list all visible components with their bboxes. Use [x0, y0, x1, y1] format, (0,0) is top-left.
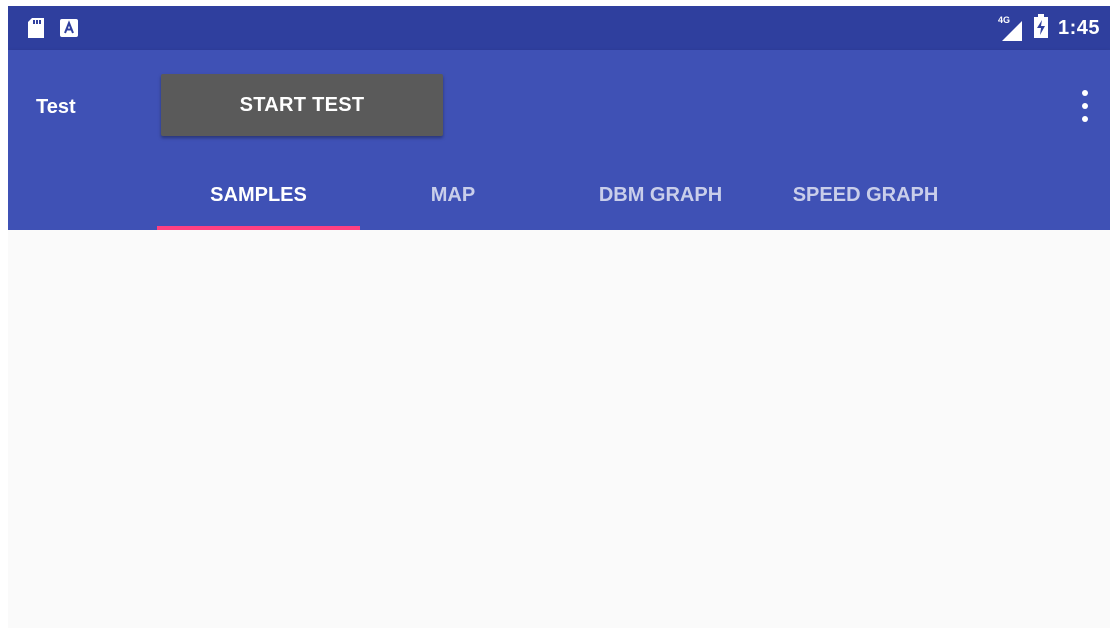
tab-speed-graph[interactable]: SPEED GRAPH: [768, 160, 963, 230]
sd-card-icon: [28, 18, 44, 38]
start-test-button[interactable]: START TEST: [161, 74, 443, 136]
status-bar-clock: 1:45: [1057, 17, 1100, 39]
tab-map[interactable]: MAP: [388, 160, 518, 230]
tab-dbm-graph[interactable]: DBM GRAPH: [573, 160, 748, 230]
more-vert-icon[interactable]: [1078, 90, 1092, 122]
status-bar-system: 4G 1:45: [997, 14, 1100, 43]
tab-samples[interactable]: SAMPLES: [157, 160, 360, 230]
status-bar: 4G 1:45: [8, 6, 1110, 50]
status-bar-notifications: [28, 18, 78, 38]
battery-icon: [1033, 14, 1048, 43]
network-type: 4G: [997, 14, 1010, 25]
samples-content: [8, 230, 1110, 628]
a-notification-icon: [60, 19, 78, 37]
toolbar-title: Test: [36, 96, 76, 118]
signal-icon: 4G: [997, 14, 1024, 41]
app-screen: 4G 1:45 Test START TEST SAMPLES MAP DBM …: [8, 6, 1110, 628]
app-bar: Test START TEST SAMPLES MAP DBM GRAPH SP…: [8, 50, 1110, 230]
tab-bar: SAMPLES MAP DBM GRAPH SPEED GRAPH: [8, 160, 1110, 230]
